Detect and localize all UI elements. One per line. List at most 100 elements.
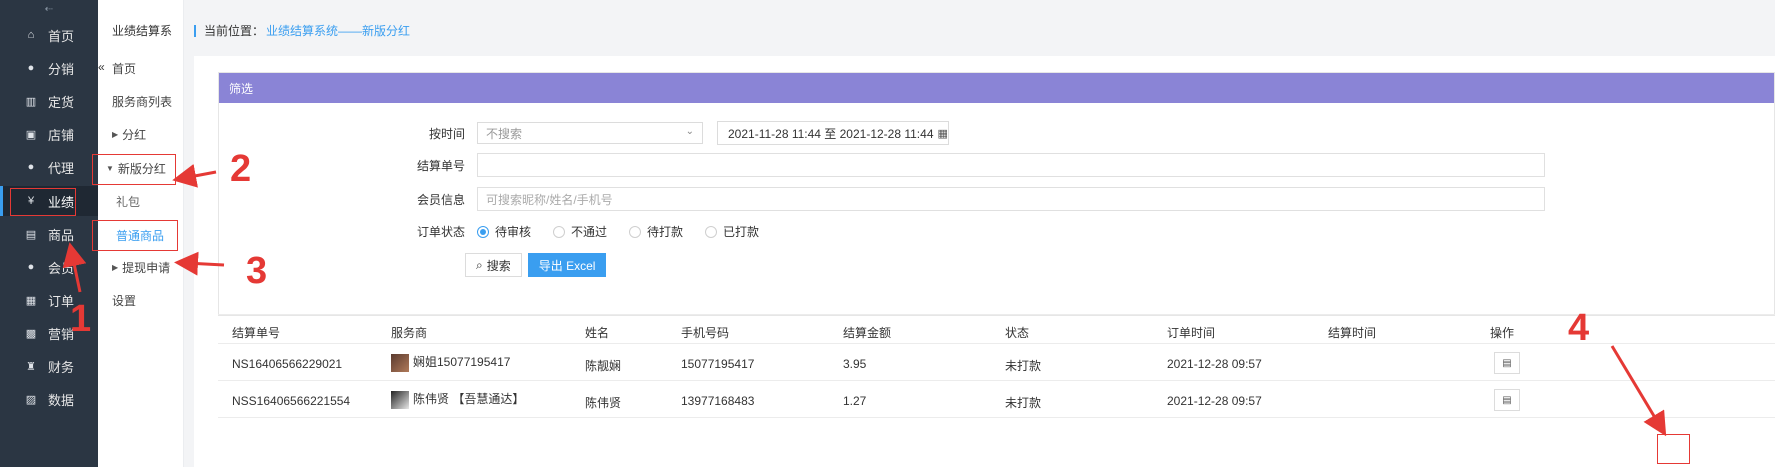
sidebar-item-store[interactable]: ▣ 店铺 — [0, 119, 98, 149]
status-radio-pending-payment[interactable]: 待打款 — [629, 223, 683, 240]
status-radio-paid[interactable]: 已打款 — [705, 223, 759, 240]
subnav-item-settings[interactable]: 设置 — [98, 285, 184, 315]
subnav-title-text: 业绩结算系 — [112, 23, 173, 38]
radio-label: 待审核 — [495, 225, 532, 239]
annotation-box-performance — [10, 188, 76, 216]
radio-circle — [629, 225, 642, 238]
data-icon: ▨ — [25, 393, 37, 406]
sidebar-item-products[interactable]: ▤ 商品 — [0, 219, 98, 249]
annotation-number-4: 4 — [1568, 307, 1590, 349]
breadcrumb: 当前位置： 业绩结算系统——新版分红 — [194, 22, 410, 39]
settle-no-label: 结算单号 — [416, 158, 465, 173]
box-icon: ▤ — [25, 228, 37, 241]
subnav-item-label: 提现申请 — [122, 260, 171, 275]
subnav-item-withdraw[interactable]: ▶ 提现申请 — [98, 252, 184, 282]
cell-amount: 3.95 — [843, 357, 867, 371]
annotation-box-regular-products — [92, 220, 178, 251]
sidebar-item-home[interactable]: ⌂ 首页 — [0, 20, 98, 50]
cell-status: 未打款 — [1005, 396, 1042, 410]
col-actions: 操作 — [1490, 326, 1515, 340]
sidebar-item-label: 会员 — [48, 260, 75, 276]
user-icon: ● — [27, 261, 35, 273]
table-row: NSS16406566221554 陈伟贤 【吾慧通达】 陈伟贤 1397716… — [218, 382, 1775, 418]
filter-row-actions: ⌕ 搜索 导出 Excel — [465, 253, 612, 277]
col-status: 状态 — [1005, 326, 1030, 340]
sidebar-item-agent[interactable]: ● 代理 — [0, 152, 98, 182]
sidebar-item-data[interactable]: ▨ 数据 — [0, 384, 98, 414]
search-button[interactable]: ⌕ 搜索 — [465, 253, 522, 277]
radio-circle — [477, 225, 489, 238]
table-row: NS16406566229021 娴姐15077195417 陈靓娴 15077… — [218, 345, 1775, 381]
sidebar-item-ordering[interactable]: ▥ 定货 — [0, 86, 98, 116]
avatar — [391, 390, 409, 409]
sidebar-item-label: 分销 — [48, 61, 75, 77]
calendar-icon: ▦ — [937, 127, 948, 140]
sidebar-item-label: 代理 — [48, 160, 75, 176]
filter-row-status: 订单状态 待审核 不通过 待打款 已打款 — [219, 223, 781, 240]
settle-no-input[interactable] — [477, 153, 1545, 177]
money-bag-icon: ♜ — [26, 360, 36, 373]
subnav-item-home[interactable]: 首页 — [98, 53, 184, 83]
clipboard-icon: ▤ — [1502, 357, 1512, 369]
breadcrumb-prefix: 当前位置： — [204, 24, 265, 38]
detail-button[interactable]: ▤ — [1494, 389, 1520, 411]
sidebar-item-label: 数据 — [48, 392, 75, 408]
order-icon: ▦ — [25, 294, 37, 307]
user-icon: ● — [27, 62, 35, 74]
annotation-number-2: 2 — [230, 148, 252, 190]
chart-icon: ▥ — [25, 95, 37, 108]
detail-button[interactable]: ▤ — [1494, 352, 1520, 374]
user-icon: ● — [27, 161, 35, 173]
filter-row-member: 会员信息 可搜索昵称/姓名/手机号 — [219, 187, 1545, 211]
filter-row-settle-no: 结算单号 — [219, 153, 1545, 177]
col-name: 姓名 — [585, 326, 610, 340]
member-label: 会员信息 — [416, 192, 465, 207]
collapse-icon[interactable]: ⇠ — [0, 0, 98, 18]
date-range-value: 2021-11-28 11:44 至 2021-12-28 11:44 — [728, 126, 934, 141]
sidebar-item-label: 商品 — [48, 227, 75, 243]
time-select[interactable]: 不搜索 ⌄ — [477, 122, 703, 144]
home-icon: ⌂ — [27, 29, 35, 41]
store-icon: ▣ — [25, 128, 37, 141]
breadcrumb-bar — [194, 24, 196, 37]
filter-panel: 筛选 按时间 不搜索 ⌄ 2021-11-28 11:44 至 2021-12-2… — [218, 72, 1775, 316]
filter-row-time: 按时间 不搜索 ⌄ 2021-11-28 11:44 至 2021-12-28 1… — [219, 121, 949, 145]
search-icon: ⌕ — [476, 257, 483, 272]
cell-name: 陈伟贤 — [585, 396, 622, 410]
subnav-item-label: 设置 — [112, 293, 137, 308]
status-radio-rejected[interactable]: 不通过 — [553, 223, 607, 240]
cell-phone: 13977168483 — [681, 394, 755, 408]
chevron-down-icon: ⌄ — [685, 126, 694, 137]
cell-settle-no: NS16406566229021 — [232, 357, 343, 371]
subnav-item-gift-pack[interactable]: 礼包 — [98, 186, 184, 216]
status-radio-pending-review[interactable]: 待审核 — [477, 223, 531, 240]
export-button-label: 导出 Excel — [538, 258, 596, 273]
subnav-item-dividend[interactable]: ▶ 分红 — [98, 119, 184, 149]
cell-order-time: 2021-12-28 09:57 — [1167, 357, 1262, 371]
subnav-item-provider-list[interactable]: 服务商列表 — [98, 86, 184, 116]
avatar — [391, 353, 409, 372]
date-range-input[interactable]: 2021-11-28 11:44 至 2021-12-28 11:44 ▦ — [717, 121, 949, 145]
search-button-label: 搜索 — [486, 258, 511, 273]
annotation-box-new-dividend — [92, 154, 176, 185]
sidebar-item-label: 首页 — [48, 28, 75, 44]
time-label: 按时间 — [428, 126, 465, 141]
provider-name: 陈伟贤 【吾慧通达】 — [413, 392, 525, 406]
subnav-item-label: 首页 — [112, 61, 137, 76]
col-settle-time: 结算时间 — [1328, 326, 1377, 340]
annotation-number-1: 1 — [70, 298, 92, 340]
table-header: 结算单号 服务商 姓名 手机号码 结算金额 状态 订单时间 结算时间 操作 — [218, 314, 1775, 344]
member-search-input[interactable]: 可搜索昵称/姓名/手机号 — [477, 187, 1545, 211]
cell-provider: 娴姐15077195417 — [391, 353, 510, 372]
radio-label: 不通过 — [571, 225, 608, 239]
sidebar-item-members[interactable]: ● 会员 — [0, 252, 98, 282]
sidebar-item-distribution[interactable]: ● 分销 — [0, 53, 98, 83]
export-excel-button[interactable]: 导出 Excel — [527, 253, 607, 277]
sidebar-item-finance[interactable]: ♜ 财务 — [0, 351, 98, 381]
breadcrumb-link[interactable]: 业绩结算系统——新版分红 — [266, 22, 410, 39]
caret-right-icon: ▶ — [112, 262, 119, 272]
sidebar-item-label: 财务 — [48, 359, 75, 375]
col-provider: 服务商 — [391, 326, 428, 340]
filter-title: 筛选 — [219, 73, 1774, 103]
subnav-item-label: 分红 — [122, 127, 147, 142]
